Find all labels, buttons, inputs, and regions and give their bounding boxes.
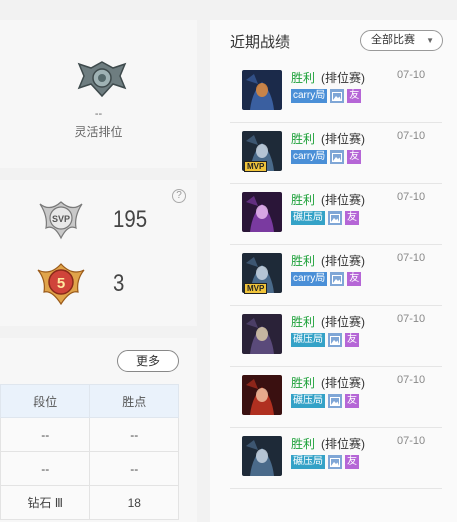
match-type-tag: 碾压局 <box>291 455 325 469</box>
flex-rank-tier: -- <box>94 108 103 120</box>
svg-text:5: 5 <box>57 275 65 292</box>
champion-hooded-icon[interactable] <box>242 436 282 476</box>
svg-text:SVP: SVP <box>52 214 70 224</box>
champion-dark-icon[interactable] <box>242 70 282 110</box>
tier-cell: -- <box>0 451 91 486</box>
image-icon <box>328 333 342 347</box>
match-tags: 碾压局 友 <box>291 455 359 469</box>
honor-level-icon: 5 <box>37 263 85 306</box>
match-tags: carry局 友 <box>291 150 362 164</box>
match-type-tag: carry局 <box>291 89 328 103</box>
image-icon <box>330 89 345 103</box>
match-tags: 碾压局 友 <box>291 211 359 225</box>
match-date: 07-10 <box>397 191 426 203</box>
friend-tag: 友 <box>345 333 359 347</box>
champion-purple-icon[interactable] <box>242 192 282 232</box>
friend-tag: 友 <box>347 272 362 286</box>
match-filter-dropdown[interactable]: 全部比赛 ▼ <box>360 30 443 51</box>
match-result: 胜利 <box>291 437 316 451</box>
table-header-row: 段位 胜点 <box>0 384 179 418</box>
match-result: 胜利 <box>291 71 316 85</box>
match-row[interactable]: MVP 胜利 (排位赛) 07-10 carry局 友 <box>230 123 442 184</box>
match-result: 胜利 <box>291 315 316 329</box>
match-type-tag: 碾压局 <box>291 333 325 347</box>
match-result: 胜利 <box>291 193 316 207</box>
honor-level-count: 3 <box>113 270 125 297</box>
match-row[interactable]: 胜利 (排位赛) 07-10 carry局 友 <box>230 62 442 123</box>
match-mode: (排位赛) <box>321 71 365 85</box>
table-row: -- -- <box>0 417 179 452</box>
honor-card <box>0 180 197 326</box>
mvp-badge: MVP <box>244 161 268 172</box>
mvp-badge: MVP <box>244 283 268 294</box>
match-date: 07-10 <box>397 435 426 447</box>
season-ranks-table: 段位 胜点 -- -- -- -- 钻石 Ⅲ 18 <box>0 384 179 520</box>
flex-rank-mode-label: 灵活排位 <box>74 125 123 139</box>
recent-matches-title: 近期战绩 <box>230 34 291 51</box>
match-date: 07-10 <box>397 313 426 325</box>
friend-tag: 友 <box>345 394 359 408</box>
match-date: 07-10 <box>397 130 426 142</box>
points-cell: -- <box>89 451 179 486</box>
match-row[interactable]: 胜利 (排位赛) 07-10 碾压局 友 <box>230 367 442 428</box>
image-icon <box>328 455 342 469</box>
match-result: 胜利 <box>291 132 316 146</box>
match-mode: (排位赛) <box>321 376 365 390</box>
chevron-down-icon: ▼ <box>426 36 434 45</box>
match-result: 胜利 <box>291 254 316 268</box>
match-tags: 碾压局 友 <box>291 333 359 347</box>
match-type-tag: 碾压局 <box>291 211 325 225</box>
table-row: 钻石 Ⅲ 18 <box>0 485 179 520</box>
friend-tag: 友 <box>345 211 359 225</box>
match-type-tag: 碾压局 <box>291 394 325 408</box>
match-row[interactable]: 胜利 (排位赛) 07-10 碾压局 友 <box>230 306 442 367</box>
tier-cell: 钻石 Ⅲ <box>0 485 91 520</box>
match-date: 07-10 <box>397 69 426 81</box>
champion-red-icon[interactable] <box>242 375 282 415</box>
match-mode: (排位赛) <box>321 193 365 207</box>
match-filter-label: 全部比赛 <box>371 34 415 46</box>
match-mode: (排位赛) <box>321 315 365 329</box>
table-row: -- -- <box>0 451 179 486</box>
match-row[interactable]: 胜利 (排位赛) 07-10 碾压局 友 <box>230 428 442 489</box>
match-row[interactable]: MVP 胜利 (排位赛) 07-10 carry局 友 <box>230 245 442 306</box>
match-mode: (排位赛) <box>321 132 365 146</box>
match-result: 胜利 <box>291 376 316 390</box>
match-tags: carry局 友 <box>291 272 362 286</box>
match-mode: (排位赛) <box>321 437 365 451</box>
more-button[interactable]: 更多 <box>117 350 179 372</box>
image-icon <box>330 272 345 286</box>
points-cell: 18 <box>89 485 179 520</box>
rank-emblem-icon <box>77 61 127 98</box>
match-tags: 碾压局 友 <box>291 394 359 408</box>
match-type-tag: carry局 <box>291 272 328 286</box>
friend-tag: 友 <box>345 455 359 469</box>
column-header-tier: 段位 <box>0 384 91 418</box>
match-tags: carry局 友 <box>291 89 362 103</box>
image-icon <box>330 150 345 164</box>
friend-tag: 友 <box>347 150 362 164</box>
match-date: 07-10 <box>397 374 426 386</box>
champion-armored-icon[interactable] <box>242 314 282 354</box>
match-date: 07-10 <box>397 252 426 264</box>
match-mode: (排位赛) <box>321 254 365 268</box>
help-icon[interactable]: ? <box>172 189 186 203</box>
match-type-tag: carry局 <box>291 150 328 164</box>
points-cell: -- <box>89 417 179 452</box>
svp-count: 195 <box>113 206 148 233</box>
friend-tag: 友 <box>347 89 362 103</box>
svp-medal-icon: SVP <box>39 201 83 240</box>
tier-cell: -- <box>0 417 91 452</box>
image-icon <box>328 211 342 225</box>
image-icon <box>328 394 342 408</box>
column-header-points: 胜点 <box>89 384 179 418</box>
match-row[interactable]: 胜利 (排位赛) 07-10 碾压局 友 <box>230 184 442 245</box>
